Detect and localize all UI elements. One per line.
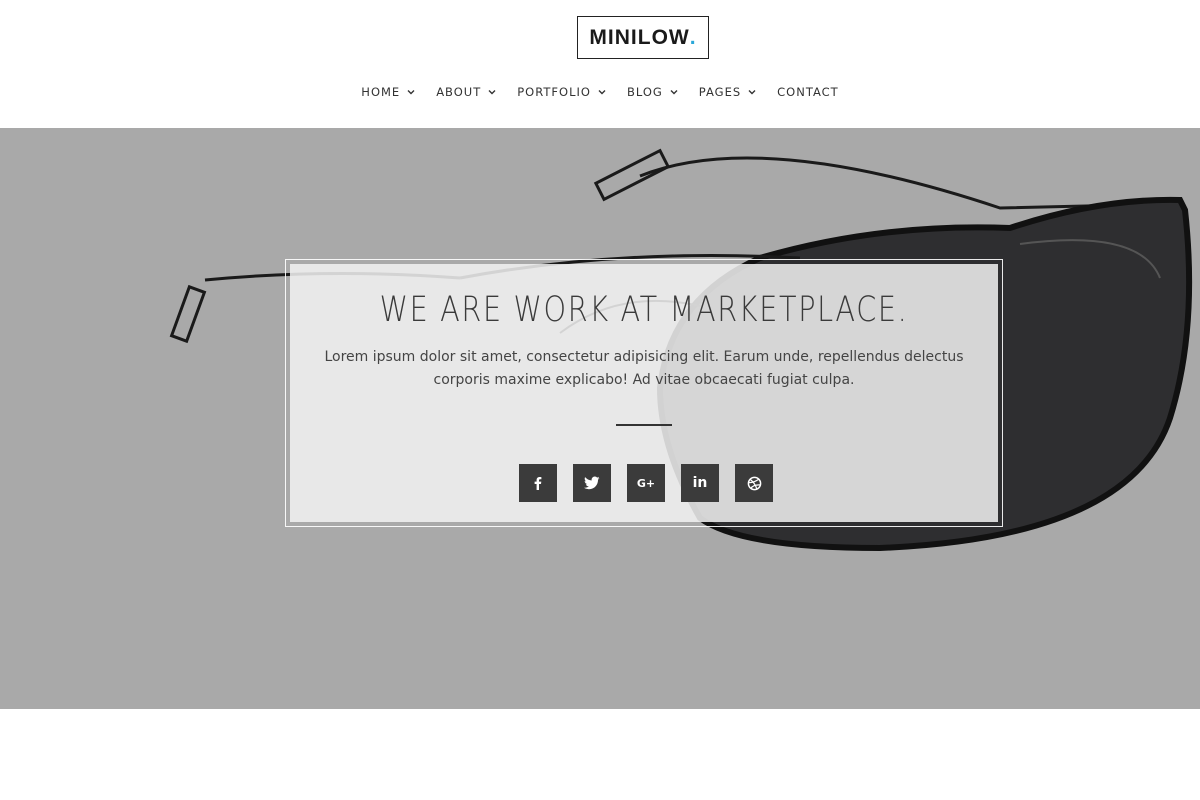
chevron-down-icon [407,90,415,95]
nav-item-label: PAGES [698,85,742,99]
nav-item-label: PORTFOLIO [517,85,591,99]
logo-text: MINILOW [589,25,690,49]
chevron-down-icon [598,90,606,95]
nav-item-pages[interactable]: PAGES [689,82,767,102]
social-links: G+ in [519,464,773,502]
nav-item-home[interactable]: HOME [351,82,426,102]
nav-item-label: HOME [361,85,401,99]
facebook-icon [534,477,542,490]
facebook-button[interactable] [519,464,557,502]
linkedin-button[interactable]: in [681,464,719,502]
logo-dot: . [689,25,697,49]
twitter-button[interactable] [573,464,611,502]
chevron-down-icon [670,90,678,95]
nav-item-label: ABOUT [436,85,482,99]
google-plus-button[interactable]: G+ [627,464,665,502]
nav-item-about[interactable]: ABOUT [426,82,507,102]
hero-divider [616,424,672,426]
hero-card: WE ARE WORK AT MARKETPLACE. Lorem ipsum … [290,264,998,522]
chevron-down-icon [488,90,496,95]
chevron-down-icon [748,90,756,95]
nav-item-contact[interactable]: CONTACT [767,82,849,102]
main-nav: HOME ABOUT PORTFOLIO BLOG PAGES CONTACT [0,82,1200,102]
nav-item-portfolio[interactable]: PORTFOLIO [507,82,617,102]
twitter-icon [584,476,600,490]
linkedin-icon: in [692,475,708,491]
hero-title: WE ARE WORK AT MARKETPLACE. [379,290,909,330]
nav-item-blog[interactable]: BLOG [617,82,689,102]
hero-description: Lorem ipsum dolor sit amet, consectetur … [324,349,964,388]
site-header: MINILOW. HOME ABOUT PORTFOLIO BLOG PAGES… [0,0,1200,128]
site-logo[interactable]: MINILOW. [577,16,709,59]
hero-section: WE ARE WORK AT MARKETPLACE. Lorem ipsum … [0,128,1200,709]
nav-item-label: CONTACT [777,85,839,99]
dribbble-button[interactable] [735,464,773,502]
google-plus-icon: G+ [636,476,656,490]
nav-item-label: BLOG [626,85,663,99]
dribbble-icon [747,476,761,490]
